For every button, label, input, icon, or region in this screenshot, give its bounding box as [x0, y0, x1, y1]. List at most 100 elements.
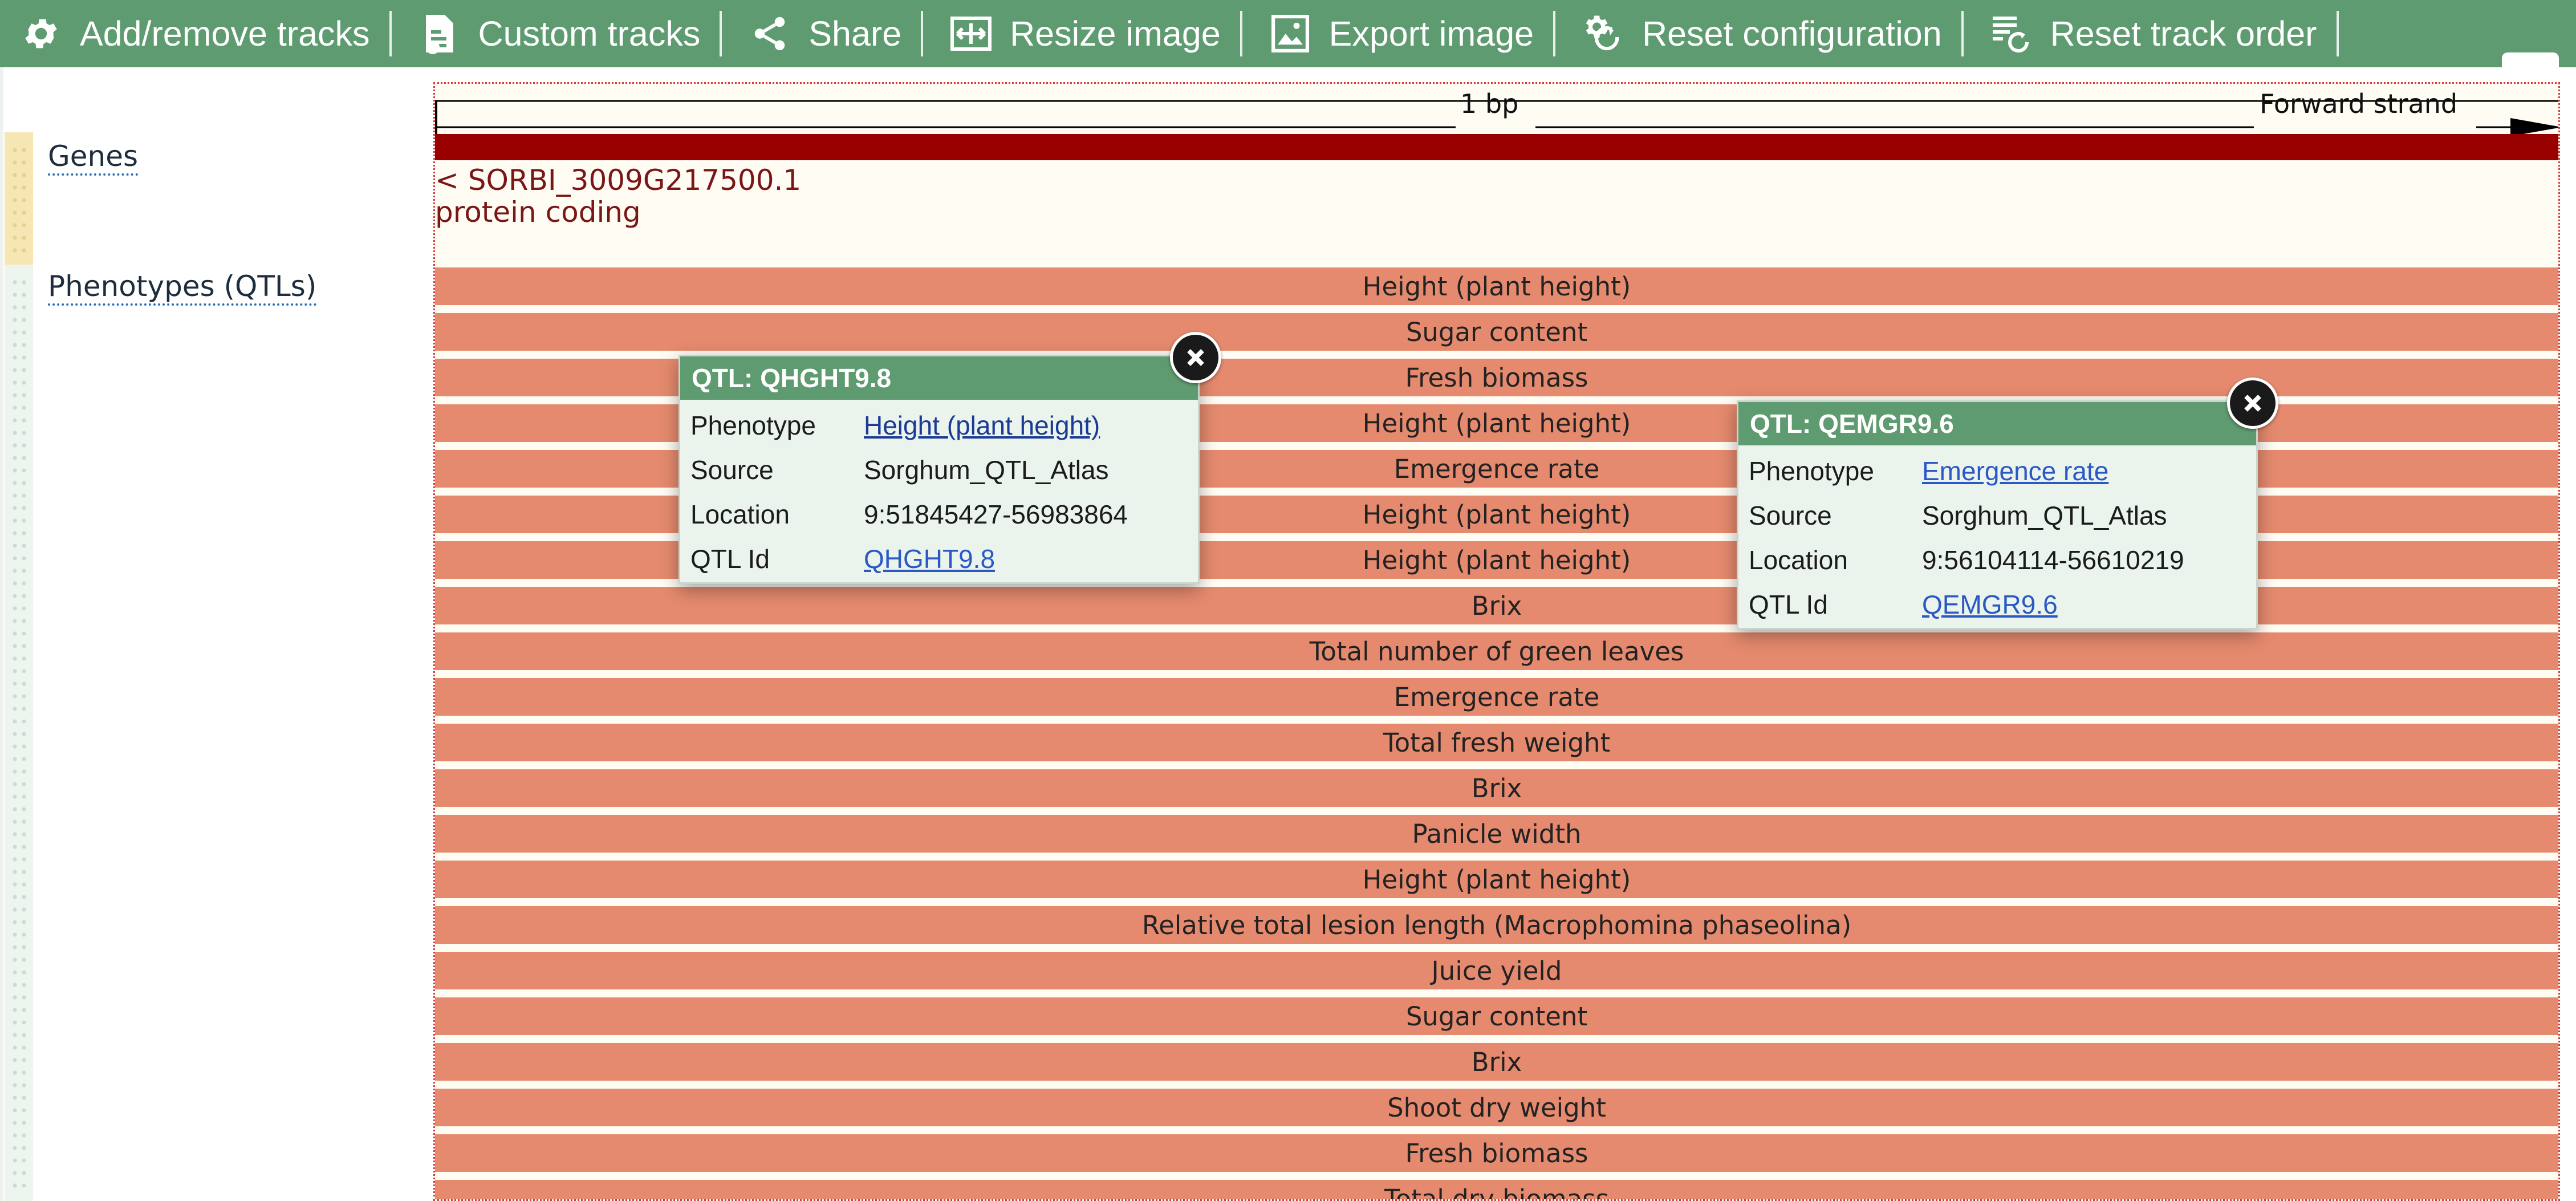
share-label: Share	[808, 14, 902, 53]
popup-source: Sorghum_QTL_Atlas	[1922, 501, 2167, 530]
qtl-feature-label: Fresh biomass	[1405, 1138, 1588, 1168]
qtl-feature-label: Brix	[1471, 773, 1522, 804]
close-popup-button[interactable]	[1170, 332, 1221, 383]
genes-track-handle[interactable]	[5, 132, 33, 265]
qtl-feature-label: Relative total lesion length (Macrophomi…	[1141, 910, 1852, 940]
qtl-feature-label: Brix	[1471, 1046, 1522, 1077]
popup-key: Source	[1749, 501, 1832, 530]
export-image-label: Export image	[1328, 14, 1534, 53]
qtl-feature-label: Height (plant height)	[1362, 408, 1631, 439]
resize-icon	[949, 12, 993, 55]
export-image-button[interactable]: Export image	[1249, 0, 1546, 67]
qtl-feature-label: Total number of green leaves	[1309, 636, 1684, 667]
gear-icon	[19, 12, 63, 55]
resize-image-label: Resize image	[1010, 14, 1221, 53]
qtl-feature-row[interactable]: Sugar content	[435, 997, 2558, 1035]
reset-track-order-button[interactable]: Reset track order	[1970, 0, 2330, 67]
qtl-feature-row[interactable]: Sugar content	[435, 313, 2558, 351]
qtl-feature-label: Height (plant height)	[1362, 499, 1631, 530]
qtl-feature-row[interactable]: Total dry biomass	[435, 1180, 2558, 1201]
qtl-id-link[interactable]: QEMGR9.6	[1922, 590, 2058, 619]
reset-track-order-icon	[1990, 12, 2033, 55]
popup-location: 9:51845427-56983864	[864, 500, 1128, 529]
gene-biotype: protein coding	[435, 196, 641, 229]
qtl-feature-row[interactable]: Emergence rate	[435, 678, 2558, 716]
custom-tracks-label: Custom tracks	[478, 14, 701, 53]
qtl-feature-label: Total fresh weight	[1383, 727, 1611, 758]
qtl-feature-label: Emergence rate	[1393, 453, 1600, 484]
qtl-popup: QTL: QHGHT9.8 Phenotype Height (plant he…	[678, 355, 1200, 584]
qtl-feature-label: Shoot dry weight	[1387, 1092, 1606, 1123]
qtl-feature-row[interactable]: Brix	[435, 1043, 2558, 1081]
qtl-feature-row[interactable]: Total fresh weight	[435, 724, 2558, 761]
qtl-feature-label: Height (plant height)	[1362, 271, 1631, 302]
popup-title: QTL: QEMGR9.6	[1738, 402, 2256, 445]
close-popup-button[interactable]	[2227, 378, 2278, 429]
qtl-feature-label: Total dry biomass	[1384, 1183, 1610, 1201]
reset-track-order-label: Reset track order	[2050, 14, 2317, 53]
qtl-feature-row[interactable]: Juice yield	[435, 952, 2558, 989]
export-image-icon	[1269, 12, 1312, 55]
qtl-feature-row[interactable]: Total number of green leaves	[435, 632, 2558, 670]
qtl-feature-row[interactable]: Brix	[435, 769, 2558, 807]
phenotype-link[interactable]: Height (plant height)	[864, 411, 1100, 440]
share-button[interactable]: Share	[729, 0, 914, 67]
toolbar-tab[interactable]	[2502, 52, 2559, 67]
resize-image-button[interactable]: Resize image	[930, 0, 1233, 67]
strand-label: Forward strand	[2260, 88, 2458, 119]
custom-tracks-button[interactable]: Custom tracks	[399, 0, 713, 67]
share-icon	[748, 12, 791, 55]
popup-source: Sorghum_QTL_Atlas	[864, 455, 1109, 485]
popup-location: 9:56104114-56610219	[1922, 545, 2184, 575]
qtl-feature-label: Fresh biomass	[1405, 362, 1588, 393]
qtl-feature-label: Sugar content	[1405, 317, 1588, 347]
qtl-feature-row[interactable]: Fresh biomass	[435, 1134, 2558, 1172]
qtl-id-link[interactable]: QHGHT9.8	[864, 544, 995, 574]
reset-configuration-button[interactable]: Reset configuration	[1562, 0, 1955, 67]
toolbar-divider	[720, 11, 722, 56]
reset-configuration-icon	[1582, 12, 1625, 55]
toolbar-divider	[921, 11, 924, 56]
popup-title: QTL: QHGHT9.8	[680, 356, 1198, 400]
qtl-feature-row[interactable]: Panicle width	[435, 815, 2558, 853]
popup-key: Phenotype	[690, 411, 816, 440]
toolbar: Add/remove tracks Custom tracks Share Re…	[0, 0, 2576, 67]
custom-tracks-icon	[418, 12, 461, 55]
close-icon	[2244, 395, 2261, 412]
phenotype-link[interactable]: Emergence rate	[1922, 456, 2108, 486]
popup-key: Source	[690, 455, 774, 485]
popup-key: Location	[690, 500, 790, 529]
qtl-feature-label: Panicle width	[1412, 818, 1582, 849]
qtl-feature-label: Brix	[1471, 590, 1522, 621]
qtl-feature-label: Emergence rate	[1393, 681, 1600, 712]
popup-key: Location	[1749, 545, 1848, 575]
popup-table: Phenotype Height (plant height) Source S…	[680, 403, 1128, 581]
qtl-feature-label: Juice yield	[1431, 955, 1562, 986]
popup-key: Phenotype	[1749, 456, 1874, 486]
popup-key: QTL Id	[690, 544, 770, 574]
toolbar-divider	[1961, 11, 1964, 56]
close-icon	[1187, 349, 1204, 366]
gene-feature-bar[interactable]	[435, 134, 2558, 160]
toolbar-divider	[1240, 11, 1242, 56]
qtl-feature-row[interactable]: Height (plant height)	[435, 861, 2558, 898]
genes-track-label[interactable]: Genes	[48, 139, 139, 176]
qtl-track-handle[interactable]	[5, 265, 33, 1201]
qtl-feature-row[interactable]: Shoot dry weight	[435, 1089, 2558, 1126]
toolbar-divider	[2336, 11, 2339, 56]
add-remove-tracks-label: Add/remove tracks	[80, 14, 370, 53]
qtl-track-label[interactable]: Phenotypes (QTLs)	[48, 269, 317, 306]
gene-name[interactable]: < SORBI_3009G217500.1	[435, 164, 801, 197]
qtl-feature-label: Height (plant height)	[1362, 864, 1631, 895]
toolbar-divider	[1553, 11, 1556, 56]
popup-key: QTL Id	[1749, 590, 1828, 619]
add-remove-tracks-button[interactable]: Add/remove tracks	[0, 0, 383, 67]
popup-table: Phenotype Emergence rate Source Sorghum_…	[1738, 449, 2184, 627]
qtl-feature-label: Height (plant height)	[1362, 545, 1631, 575]
qtl-feature-label: Sugar content	[1405, 1001, 1588, 1032]
genome-image-panel: 1 bp Forward strand < SORBI_3009G217500.…	[433, 82, 2560, 1201]
toolbar-divider	[389, 11, 392, 56]
qtl-feature-row[interactable]: Height (plant height)	[435, 267, 2558, 305]
qtl-feature-row[interactable]: Relative total lesion length (Macrophomi…	[435, 906, 2558, 944]
qtl-popup: QTL: QEMGR9.6 Phenotype Emergence rate S…	[1737, 400, 2258, 630]
